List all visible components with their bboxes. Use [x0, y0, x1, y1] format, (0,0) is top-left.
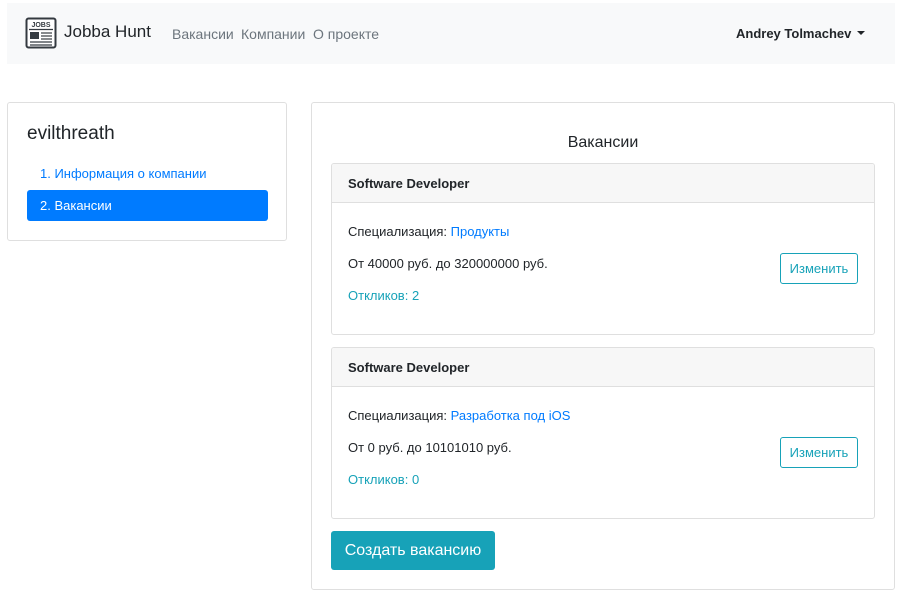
vacancies-panel: Вакансии Software Developer Специализаци…: [311, 102, 895, 590]
top-navbar: JOBS Jobba Hunt Вакансии Компании О прое…: [7, 3, 895, 64]
vacancy-responses-link[interactable]: Откликов: 2: [348, 288, 419, 304]
specialization-link[interactable]: Продукты: [451, 224, 510, 239]
page-title: Вакансии: [567, 134, 639, 151]
vacancy-card: Software Developer Специализация: Продук…: [331, 163, 875, 335]
vacancy-salary: От 40000 руб. до 320000000 руб.: [348, 256, 548, 271]
company-sidebar: evilthreath 1. Информация о компании 2. …: [7, 102, 287, 241]
vacancy-specialization: Специализация: Продукты: [348, 224, 509, 240]
jobs-newspaper-logo-icon[interactable]: JOBS: [25, 17, 57, 49]
vacancy-title: Software Developer: [332, 348, 874, 387]
user-name: Andrey Tolmachev: [736, 26, 852, 41]
brand-name[interactable]: Jobba Hunt: [64, 22, 151, 42]
specialization-link[interactable]: Разработка под iOS: [451, 408, 571, 423]
edit-vacancy-button[interactable]: Изменить: [780, 253, 858, 284]
specialization-label: Специализация:: [348, 224, 447, 239]
vacancy-card: Software Developer Специализация: Разраб…: [331, 347, 875, 519]
specialization-label: Специализация:: [348, 408, 447, 423]
company-name: evilthreath: [27, 123, 115, 144]
logo-text: JOBS: [31, 22, 50, 29]
sidebar-item-company-info[interactable]: 1. Информация о компании: [27, 158, 268, 189]
caret-down-icon: [857, 31, 866, 35]
edit-vacancy-button[interactable]: Изменить: [780, 437, 858, 468]
vacancy-title: Software Developer: [332, 164, 874, 203]
user-menu-dropdown[interactable]: Andrey Tolmachev: [736, 26, 866, 42]
nav-link-companies[interactable]: Компании: [241, 26, 305, 42]
nav-link-vacancies[interactable]: Вакансии: [172, 26, 234, 42]
create-vacancy-button[interactable]: Создать вакансию: [331, 531, 495, 570]
vacancy-specialization: Специализация: Разработка под iOS: [348, 408, 570, 424]
nav-link-about[interactable]: О проекте: [313, 26, 379, 42]
vacancy-salary: От 0 руб. до 10101010 руб.: [348, 440, 512, 455]
sidebar-item-vacancies[interactable]: 2. Вакансии: [27, 190, 268, 221]
vacancy-responses-link[interactable]: Откликов: 0: [348, 472, 419, 488]
